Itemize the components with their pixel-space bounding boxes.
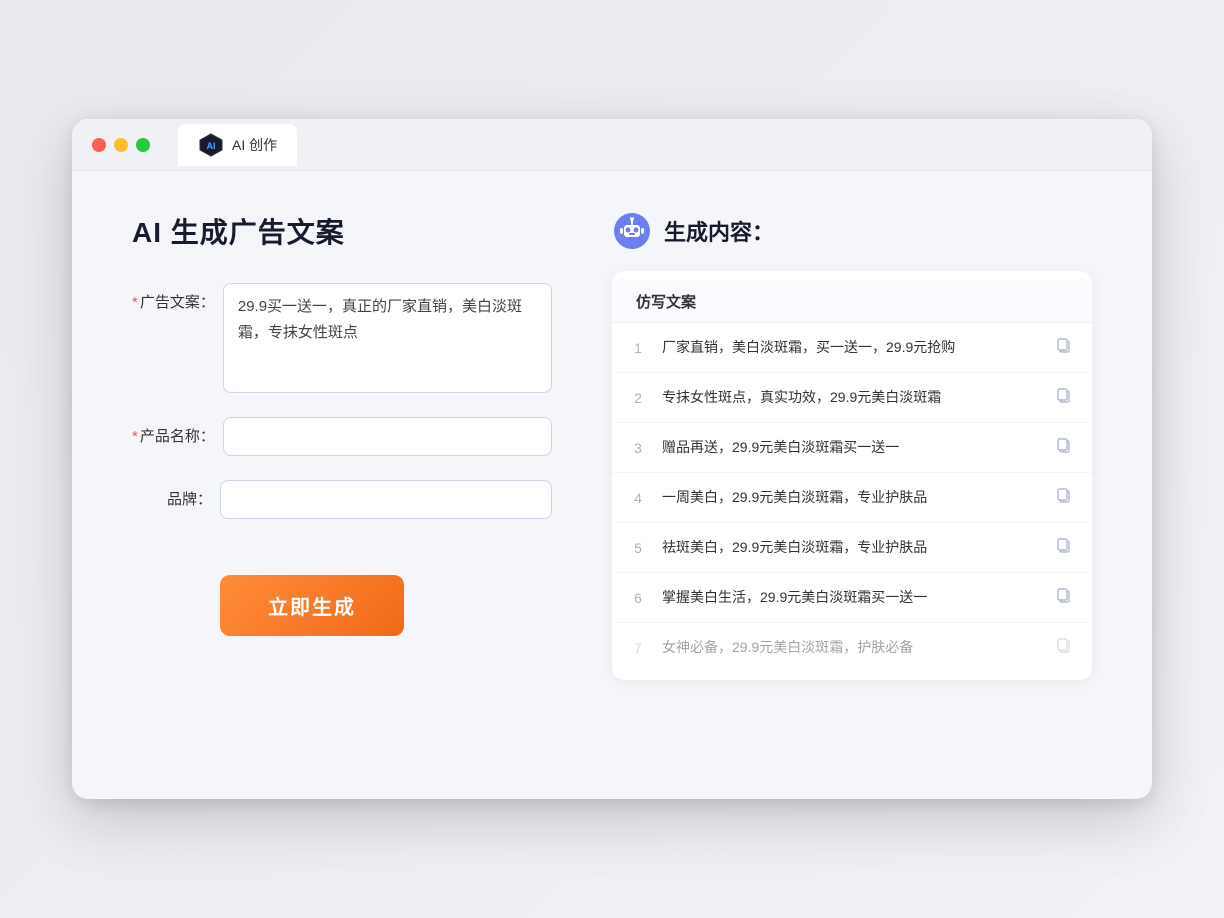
copy-icon[interactable] bbox=[1056, 387, 1072, 408]
product-name-input[interactable]: 美白淡斑霜 bbox=[223, 417, 552, 456]
result-item-text: 厂家直销，美白淡斑霜，买一送一，29.9元抢购 bbox=[662, 337, 1042, 358]
result-item-number: 7 bbox=[628, 640, 648, 656]
copy-icon[interactable] bbox=[1056, 487, 1072, 508]
result-item-number: 3 bbox=[628, 440, 648, 456]
svg-text:AI: AI bbox=[207, 141, 216, 151]
copy-icon[interactable] bbox=[1056, 337, 1072, 358]
copy-icon[interactable] bbox=[1056, 637, 1072, 658]
copy-icon[interactable] bbox=[1056, 437, 1072, 458]
page-title: AI 生成广告文案 bbox=[132, 211, 552, 251]
result-item: 1 厂家直销，美白淡斑霜，买一送一，29.9元抢购 bbox=[612, 323, 1092, 373]
product-label: *产品名称： bbox=[132, 417, 215, 446]
result-item-text: 女神必备，29.9元美白淡斑霜，护肤必备 bbox=[662, 637, 1042, 658]
result-header: 生成内容： bbox=[612, 211, 1092, 251]
result-item: 2 专抹女性斑点，真实功效，29.9元美白淡斑霜 bbox=[612, 373, 1092, 423]
product-required-star: * bbox=[132, 428, 138, 445]
result-item-number: 1 bbox=[628, 340, 648, 356]
result-item: 6 掌握美白生活，29.9元美白淡斑霜买一送一 bbox=[612, 573, 1092, 623]
result-card: 仿写文案 1 厂家直销，美白淡斑霜，买一送一，29.9元抢购 2 专抹女性斑点，真实功… bbox=[612, 271, 1092, 680]
result-item-number: 4 bbox=[628, 490, 648, 506]
ad-copy-group: *广告文案： 29.9买一送一，真正的厂家直销，美白淡斑霜，专抹女性斑点 bbox=[132, 283, 552, 393]
result-title: 生成内容： bbox=[664, 215, 774, 247]
ad-copy-input[interactable]: 29.9买一送一，真正的厂家直销，美白淡斑霜，专抹女性斑点 bbox=[223, 283, 552, 393]
result-item-text: 一周美白，29.9元美白淡斑霜，专业护肤品 bbox=[662, 487, 1042, 508]
result-item-text: 祛斑美白，29.9元美白淡斑霜，专业护肤品 bbox=[662, 537, 1042, 558]
result-item-number: 5 bbox=[628, 540, 648, 556]
browser-window: AI AI 创作 AI 生成广告文案 *广告文案： 29.9买一送一，真正的厂家… bbox=[72, 119, 1152, 799]
result-item: 3 赠品再送，29.9元美白淡斑霜买一送一 bbox=[612, 423, 1092, 473]
result-item: 4 一周美白，29.9元美白淡斑霜，专业护肤品 bbox=[612, 473, 1092, 523]
copy-icon[interactable] bbox=[1056, 587, 1072, 608]
browser-content: AI 生成广告文案 *广告文案： 29.9买一送一，真正的厂家直销，美白淡斑霜，… bbox=[72, 171, 1152, 720]
result-item: 5 祛斑美白，29.9元美白淡斑霜，专业护肤品 bbox=[612, 523, 1092, 573]
result-table-header: 仿写文案 bbox=[612, 279, 1092, 323]
product-name-group: *产品名称： 美白淡斑霜 bbox=[132, 417, 552, 456]
result-item-number: 2 bbox=[628, 390, 648, 406]
robot-icon bbox=[612, 211, 652, 251]
brand-label: 品牌： bbox=[132, 480, 212, 509]
ad-required-star: * bbox=[132, 294, 138, 311]
result-item-text: 掌握美白生活，29.9元美白淡斑霜买一送一 bbox=[662, 587, 1042, 608]
result-item-number: 6 bbox=[628, 590, 648, 606]
result-item-text: 赠品再送，29.9元美白淡斑霜买一送一 bbox=[662, 437, 1042, 458]
minimize-button[interactable] bbox=[114, 138, 128, 152]
ai-tab-icon: AI bbox=[198, 132, 224, 158]
left-panel: AI 生成广告文案 *广告文案： 29.9买一送一，真正的厂家直销，美白淡斑霜，… bbox=[132, 211, 552, 680]
titlebar: AI AI 创作 bbox=[72, 119, 1152, 171]
ad-label: *广告文案： bbox=[132, 283, 215, 312]
right-panel: 生成内容： 仿写文案 1 厂家直销，美白淡斑霜，买一送一，29.9元抢购 2 专抹女性… bbox=[612, 211, 1092, 680]
result-list: 1 厂家直销，美白淡斑霜，买一送一，29.9元抢购 2 专抹女性斑点，真实功效，29.… bbox=[612, 323, 1092, 672]
maximize-button[interactable] bbox=[136, 138, 150, 152]
close-button[interactable] bbox=[92, 138, 106, 152]
copy-icon[interactable] bbox=[1056, 537, 1072, 558]
result-item: 7 女神必备，29.9元美白淡斑霜，护肤必备 bbox=[612, 623, 1092, 672]
tab-label: AI 创作 bbox=[232, 135, 277, 155]
browser-tab[interactable]: AI AI 创作 bbox=[178, 124, 297, 166]
brand-group: 品牌： 好白 bbox=[132, 480, 552, 519]
result-item-text: 专抹女性斑点，真实功效，29.9元美白淡斑霜 bbox=[662, 387, 1042, 408]
brand-input[interactable]: 好白 bbox=[220, 480, 552, 519]
traffic-lights bbox=[92, 138, 150, 152]
generate-button[interactable]: 立即生成 bbox=[220, 575, 404, 636]
